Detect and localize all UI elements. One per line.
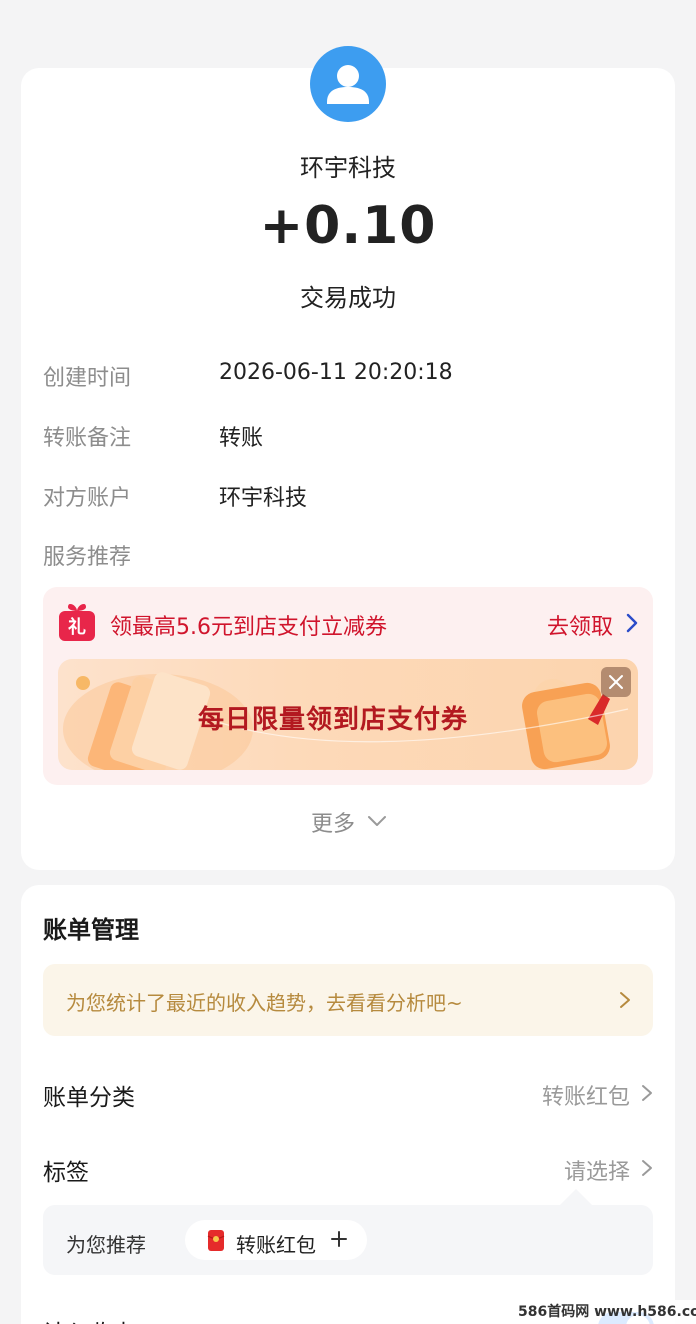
transaction-amount: +0.10 <box>259 196 437 256</box>
counterparty-value[interactable]: 环宇科技 <box>219 480 307 512</box>
tag-select[interactable]: 请选择 <box>564 1154 630 1186</box>
bill-category-value[interactable]: 转账红包 <box>542 1079 630 1111</box>
promo-claim-link[interactable]: 去领取 <box>547 609 613 641</box>
more-button[interactable]: 更多 <box>311 806 355 838</box>
transfer-note-label: 转账备注 <box>43 426 132 451</box>
user-icon <box>327 65 369 104</box>
payee-name: 环宇科技 <box>300 154 396 182</box>
transfer-note-value: 转账 <box>219 426 264 451</box>
chevron-right-icon[interactable] <box>640 1158 654 1178</box>
recommend-tag-text[interactable]: 转账红包 <box>236 1229 316 1258</box>
gift-icon: 礼 <box>59 604 95 641</box>
service-recommend-label: 服务推荐 <box>43 545 132 570</box>
section-title: 账单管理 <box>43 916 139 944</box>
close-icon <box>609 675 623 689</box>
bill-category-label: 账单分类 <box>43 1085 135 1111</box>
tag-label: 标签 <box>43 1160 89 1186</box>
chevron-right-icon[interactable] <box>618 990 632 1010</box>
recommend-pointer <box>560 1189 592 1205</box>
watermark: 586首码网 www.h586.com <box>512 1300 696 1324</box>
transaction-status: 交易成功 <box>300 284 396 312</box>
chevron-right-icon[interactable] <box>640 1083 654 1103</box>
income-trend-text[interactable]: 为您统计了最近的收入趋势，去看看分析吧~ <box>66 987 463 1016</box>
created-time-label: 创建时间 <box>43 366 132 391</box>
chevron-down-icon[interactable] <box>367 813 387 829</box>
banner-text: 每日限量领到店支付券 <box>198 705 469 735</box>
payee-avatar[interactable] <box>310 46 386 122</box>
created-time-value: 2026-06-11 20:20:18 <box>219 360 453 385</box>
svg-text:礼: 礼 <box>68 616 86 638</box>
recommend-label: 为您推荐 <box>66 1233 146 1257</box>
counterparty-label: 对方账户 <box>43 486 132 511</box>
promo-title[interactable]: 领最高5.6元到店支付立减券 <box>110 609 387 641</box>
red-envelope-icon <box>207 1230 225 1251</box>
banner-close-button[interactable] <box>601 667 631 697</box>
chevron-right-icon[interactable] <box>624 612 640 634</box>
income-expense-label: 计入收支 <box>43 1314 135 1324</box>
plus-icon[interactable] <box>330 1230 348 1248</box>
